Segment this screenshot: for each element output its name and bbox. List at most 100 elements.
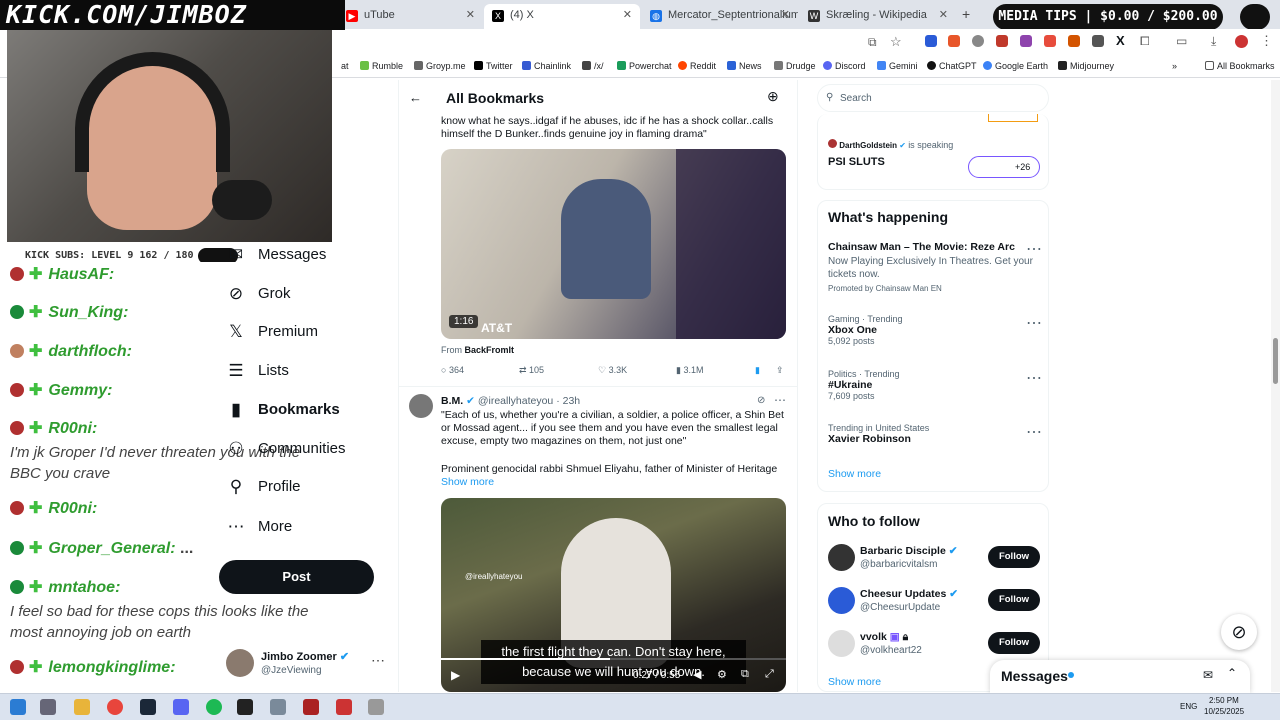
avatar[interactable] [828,630,855,657]
app-icon[interactable] [237,699,253,715]
more-icon[interactable]: ⋯ [1026,368,1042,388]
puzzle-icon[interactable]: ⧠ [1140,34,1150,49]
bookmark-folder[interactable]: All Bookmarks [1205,61,1275,71]
nav-grok[interactable]: ⊘ Grok [226,280,291,308]
bookmark-item[interactable]: Midjourney [1058,61,1114,71]
follow-name[interactable]: Cheesur Updates ✔ [860,588,958,600]
author-name[interactable]: B.M. [441,395,463,407]
bookmark-item[interactable]: Discord [823,61,866,71]
nav-profile[interactable]: ⚲ Profile [226,473,301,501]
sidebar-icon[interactable]: ▭ [1176,34,1187,48]
bookmark-item[interactable]: ChatGPT [927,61,977,71]
volume-icon[interactable]: ◀ [693,668,701,681]
bookmark-add-icon[interactable]: ⊕ [767,88,779,105]
compose-message-icon[interactable]: ✉ [1203,668,1213,682]
bookmark-item[interactable]: at [341,61,349,71]
follow-button[interactable]: Follow [988,589,1040,611]
like-button[interactable]: ♡ 3.3K [598,365,627,376]
follow-name[interactable]: vvolk ▣ 🔒︎ [860,631,908,644]
more-icon[interactable]: ⋯ [371,652,385,669]
star-icon[interactable]: ☆ [890,34,902,50]
tweet-video[interactable]: 1:16 AT&T [441,149,786,339]
search-input[interactable]: ⚲ Search [817,84,1049,112]
bookmark-item[interactable]: Chainlink [522,61,571,71]
bookmark-item[interactable]: Twitter [474,61,513,71]
tab-mercator[interactable]: ◍ Mercator_Septentrionalium_Te ✕ [642,4,798,29]
bookmark-item[interactable]: Gemini [877,61,918,71]
nav-messages[interactable]: ✉ Messages [226,241,327,269]
steam-icon[interactable] [140,699,156,715]
more-icon[interactable]: ⋯ [774,393,786,407]
trend-item[interactable]: Trending in United States Xavier Robinso… [828,423,929,445]
bookmark-item[interactable]: News [727,61,762,71]
scrollbar[interactable] [1271,80,1280,692]
app-icon[interactable] [270,699,286,715]
language-indicator[interactable]: ENG [1180,702,1197,711]
follow-name[interactable]: Barbaric Disciple ✔ [860,545,958,557]
trend-item[interactable]: Chainsaw Man – The Movie: Reze Arc Now P… [828,241,1043,293]
show-more-link[interactable]: Show more [828,676,881,688]
tweet-time[interactable]: · 23h [556,395,580,407]
trend-item[interactable]: Politics · Trending #Ukraine 7,609 posts [828,369,900,401]
video-source-name[interactable]: BackFromIt [465,345,515,355]
more-icon[interactable]: ⋯ [1026,313,1042,333]
extension-icon[interactable] [925,35,937,47]
bookmark-item[interactable]: Powerchat [617,61,672,71]
nav-more[interactable]: ⋯ More [226,513,293,541]
author-handle[interactable]: @ireallyhateyou [478,395,553,407]
grok-icon[interactable]: ⊘ [1221,614,1257,650]
tab-x[interactable]: X (4) X ✕ [484,4,640,29]
video-progress-bar[interactable] [441,658,786,660]
account-switcher[interactable]: Jimbo Zoomer ✔ @JzeViewing ⋯ [226,648,386,682]
nav-bookmarks[interactable]: ▮ Bookmarks [226,396,339,424]
nav-premium[interactable]: 𝕏 Premium [226,318,318,346]
bookmark-item[interactable]: Drudge [774,61,816,71]
chevron-right-icon[interactable]: » [1172,61,1177,71]
repost-button[interactable]: ⇄ 105 [519,365,544,376]
expand-icon[interactable]: ⌃ [1227,666,1237,680]
show-more-link[interactable]: Show more [441,476,494,488]
post-button[interactable]: Post [219,560,374,594]
tab-wikipedia[interactable]: W Skræling - Wikipedia ✕ [800,4,956,29]
extension-icon[interactable] [1044,35,1056,47]
download-icon[interactable]: ⤓ [1211,34,1216,49]
scrollbar-thumb[interactable] [1273,338,1278,384]
install-icon[interactable]: ⧉ [868,35,877,50]
close-icon[interactable]: ✕ [939,8,948,21]
show-more-link[interactable]: Show more [828,468,881,480]
extension-icon[interactable] [948,35,960,47]
tab-youtube[interactable]: ▶ uTube ✕ [338,4,483,29]
tweet-video[interactable]: @ireallyhateyou the first flight they ca… [441,498,786,692]
pip-icon[interactable]: ⧉ [741,668,749,681]
discord-icon[interactable] [173,699,189,715]
live-space-card[interactable]: DarthGoldstein ✔ is speaking PSI SLUTS +… [817,114,1049,190]
follow-button[interactable]: Follow [988,546,1040,568]
bookmark-item[interactable]: Reddit [678,61,716,71]
new-tab-button[interactable]: + [962,6,970,22]
views-button[interactable]: ▮ 3.1M [676,365,703,376]
avatar[interactable] [1235,35,1248,48]
app-icon[interactable] [336,699,352,715]
file-explorer-icon[interactable] [74,699,90,715]
reply-button[interactable]: ○ 364 [441,365,464,375]
close-icon[interactable]: ✕ [466,8,475,21]
share-icon[interactable]: ⇪ [776,365,784,376]
close-icon[interactable]: ✕ [781,8,790,21]
app-icon[interactable] [368,699,384,715]
nav-lists[interactable]: ☰ Lists [226,357,288,385]
back-arrow-icon[interactable]: ← [409,90,422,105]
chrome-icon[interactable] [107,699,123,715]
extension-icon[interactable] [972,35,984,47]
extension-icon[interactable] [1020,35,1032,47]
extension-icon[interactable] [996,35,1008,47]
windows-start-icon[interactable] [10,699,26,715]
app-icon[interactable] [303,699,319,715]
bookmark-item[interactable]: Groyp.me [414,61,466,71]
grok-icon[interactable]: ⊘ [757,395,765,406]
extension-icon[interactable] [1068,35,1080,47]
nav-communities[interactable]: ⚇ Communities [226,435,345,463]
more-icon[interactable]: ⋯ [1026,422,1042,442]
bookmark-item[interactable]: /x/ [582,61,604,71]
trend-item[interactable]: Gaming · Trending Xbox One 5,092 posts [828,314,903,346]
spotify-icon[interactable] [206,699,222,715]
